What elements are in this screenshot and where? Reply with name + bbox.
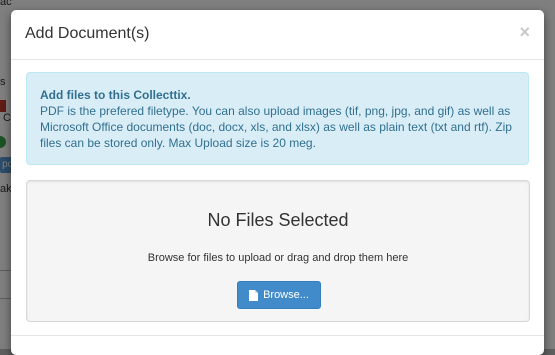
modal-footer-divider <box>11 335 544 336</box>
close-icon[interactable]: × <box>519 22 530 43</box>
modal-header: Add Document(s) × <box>11 10 544 60</box>
file-icon <box>249 289 259 301</box>
dropzone-hint: Browse for files to upload or drag and d… <box>147 252 409 264</box>
info-alert: Add files to this Collecttix. PDF is the… <box>26 72 529 165</box>
info-alert-body: PDF is the prefered filetype. You can al… <box>40 104 512 150</box>
browse-button-label: Browse... <box>263 289 309 301</box>
add-document-modal: Add Document(s) × Add files to this Coll… <box>11 10 544 355</box>
modal-title: Add Document(s) <box>25 25 150 42</box>
dropzone-title: No Files Selected <box>207 210 349 230</box>
browse-button[interactable]: Browse... <box>237 281 321 309</box>
file-dropzone[interactable]: No Files Selected Browse for files to up… <box>26 180 530 322</box>
info-alert-title: Add files to this Collecttix. <box>40 88 191 102</box>
